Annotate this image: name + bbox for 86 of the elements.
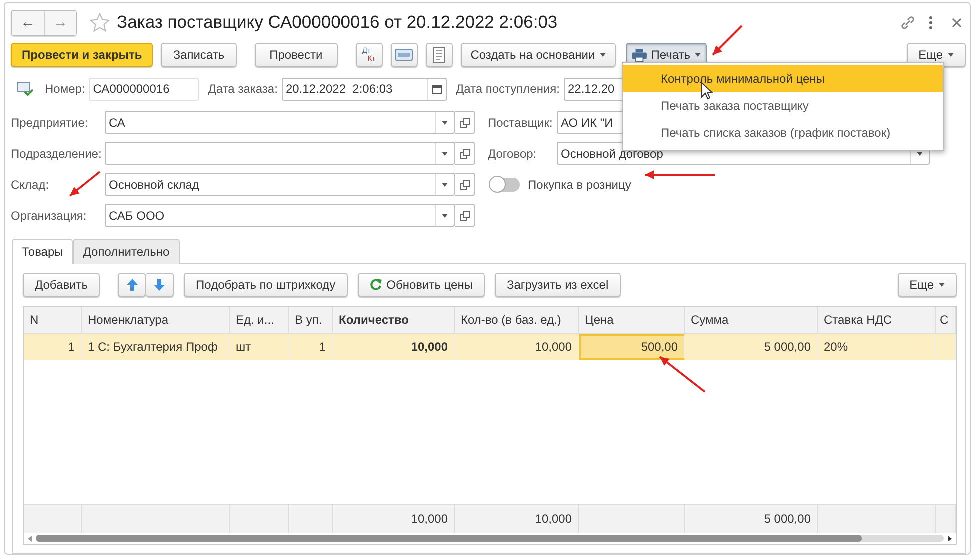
toolbar-icon-button[interactable] [426,43,453,67]
annotation-arrow [659,356,706,393]
arrow-up-icon [126,278,138,290]
open-icon[interactable] [460,118,470,128]
total-value: 5 000,00 [764,512,811,526]
date-field[interactable]: 20.12.2022 2:06:03 [282,78,447,100]
open-icon[interactable] [460,210,470,220]
annotation-arrow [712,25,743,56]
arrow-down-icon [154,278,166,290]
table-cell: шт [230,334,289,360]
more-button[interactable]: Еще [898,272,957,296]
more-icon[interactable] [928,16,934,30]
move-down-button[interactable] [146,272,174,296]
field-label: Организация: [11,208,87,222]
close-icon[interactable] [952,18,962,28]
create-based-on-button[interactable]: Создать на основании [460,43,616,67]
column-header[interactable]: Цена [579,307,685,333]
document-icon [433,47,446,63]
link-icon[interactable] [900,14,916,30]
dropdown-icon[interactable] [442,152,448,156]
table-cell: 1 С: Бухгалтерия Проф [82,334,230,360]
back-button[interactable]: ← [12,10,44,34]
table-cell: 1 [289,334,333,360]
column-header[interactable]: С [936,307,956,333]
table-cell: 1 [24,334,82,360]
calendar-icon[interactable] [432,84,442,94]
open-icon[interactable] [460,180,470,190]
star-icon[interactable] [89,12,111,34]
column-header[interactable]: В уп. [289,307,333,333]
annotation-arrow [645,170,715,180]
toggle-switch[interactable] [490,178,520,192]
caret-icon [600,53,606,57]
caret-icon [948,53,954,57]
select-field[interactable]: Основной склад [105,173,455,196]
scroll-left-icon[interactable] [28,536,32,542]
toolbar-button[interactable]: Провести [254,43,338,67]
column-header[interactable]: Номенклатура [82,307,230,333]
total-value: 10,000 [411,512,448,526]
window-title: Заказ поставщику СА000000016 от 20.12.2022 2:06:03 [117,12,558,33]
field-label: Дата поступления: [456,82,560,96]
toggle-label: Покупка в розницу [528,178,632,192]
table-cell: 5 000,00 [685,334,818,360]
open-icon[interactable] [460,148,470,158]
field-label: Подразделение: [11,146,102,160]
total-value: 10,000 [535,512,572,526]
column-header[interactable]: Сумма [685,307,818,333]
toolbar-button[interactable]: Добавить [23,272,100,296]
column-header[interactable]: Количество [333,307,455,333]
caret-icon [939,282,945,286]
toolbar-icon-button[interactable] [390,43,418,67]
toolbar-button[interactable]: Подобрать по штрихкоду [184,272,348,296]
table-cell: 500,00 [579,334,685,360]
toolbar-button[interactable]: Загрузить из excel [494,272,621,296]
field-label: Предприятие: [11,116,88,130]
column-header[interactable]: Ед. и... [230,307,289,333]
card-icon [395,49,414,61]
tab[interactable]: Дополнительно [73,239,180,264]
tab[interactable]: Товары [12,239,74,264]
post-and-close-button[interactable]: Провести и закрыть [11,43,154,67]
field-label: Дата заказа: [208,82,278,96]
field-label: Номер: [45,82,86,96]
select-field[interactable]: СА [105,111,455,134]
annotation-arrow [69,171,101,197]
select-field[interactable]: САБ ООО [105,204,455,227]
dropdown-icon[interactable] [442,214,448,218]
column-header[interactable]: Ставка НДС [818,307,936,333]
field-label: Договор: [488,146,537,160]
field-label: Поставщик: [488,116,553,130]
table-row[interactable]: 1 1 С: Бухгалтерия Проф шт 1 10,000 10,000 500,00 5 000,00 20% [24,334,956,360]
dropdown-icon[interactable] [442,182,448,186]
dropdown-icon[interactable] [442,120,448,124]
table-cell: 10,000 [333,334,455,360]
table-cell: 20% [818,334,936,360]
column-header[interactable]: N [24,307,82,333]
input-field[interactable]: СА000000016 [89,78,200,100]
field-label: Склад: [11,178,50,192]
select-field[interactable] [105,142,455,165]
move-up-button[interactable] [118,272,146,296]
posted-document-icon [17,82,33,96]
menu-item[interactable]: Контроль минимальной цены [623,65,943,92]
scroll-right-icon[interactable] [948,536,952,542]
toolbar-button[interactable]: Записать [161,43,237,67]
column-header[interactable]: Кол-во (в баз. ед.) [455,307,579,333]
refresh-icon [370,278,382,290]
refresh-prices-button[interactable]: Обновить цены [358,272,485,296]
caret-icon [694,53,700,57]
